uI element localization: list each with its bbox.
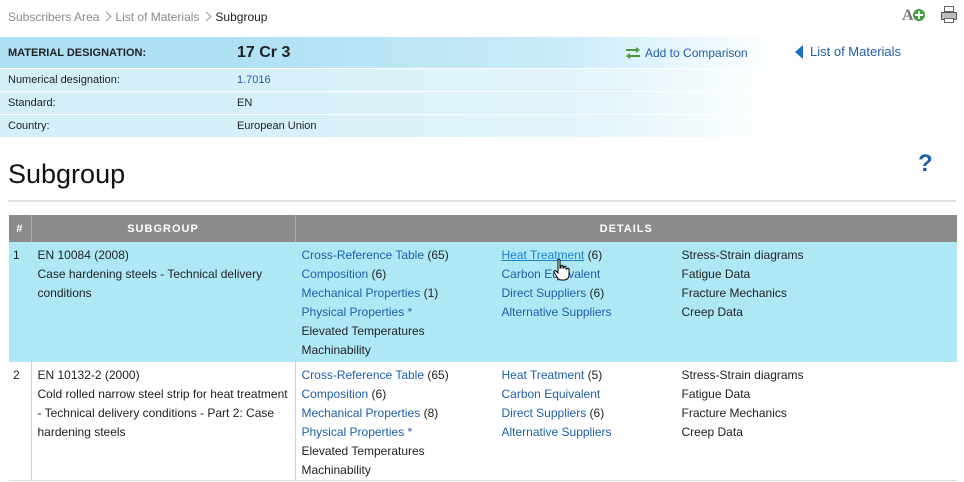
list-of-materials-link[interactable]: List of Materials <box>795 44 901 59</box>
elevated-temperatures-text: Elevated Temperatures <box>301 444 425 458</box>
composition-link[interactable]: Composition <box>302 387 369 401</box>
heat-treatment-link[interactable]: Heat Treatment <box>502 248 585 262</box>
subgroup-description: Cold rolled narrow steel strip for heat … <box>37 387 288 439</box>
machinability-text: Machinability <box>301 343 371 357</box>
details-column-3: Stress-Strain diagrams Fatigue Data Frac… <box>682 246 842 360</box>
material-designation-value: 17 Cr 3 <box>237 43 291 61</box>
column-header-number: # <box>9 215 31 242</box>
elevated-temperatures-text: Elevated Temperatures <box>301 324 425 338</box>
back-arrow-icon <box>795 44 803 59</box>
standard-row: Standard: EN <box>0 92 964 115</box>
details-cell: Cross-Reference Table (65) Composition (… <box>294 362 957 481</box>
row-number: 1 <box>9 242 31 362</box>
details-column-2: Heat Treatment (6) Carbon Equivalent Dir… <box>501 248 612 319</box>
fracture-mechanics-text: Fracture Mechanics <box>681 286 787 300</box>
numerical-designation-label: Numerical designation: <box>0 69 226 91</box>
alternative-suppliers-link[interactable]: Alternative Suppliers <box>502 425 612 439</box>
standard-label: Standard: <box>0 92 226 114</box>
breadcrumb-list-of-materials[interactable]: List of Materials <box>115 10 199 24</box>
swap-arrows-icon <box>626 47 640 59</box>
cross-reference-table-link[interactable]: Cross-Reference Table <box>302 248 425 262</box>
fatigue-data-text: Fatigue Data <box>681 267 751 281</box>
creep-data-text: Creep Data <box>681 305 743 319</box>
physical-properties-link[interactable]: Physical Properties * <box>302 305 413 319</box>
chevron-right-icon <box>199 9 215 25</box>
physical-properties-link[interactable]: Physical Properties * <box>302 425 413 439</box>
carbon-equivalent-link[interactable]: Carbon Equivalent <box>502 387 601 401</box>
add-to-comparison-label: Add to Comparison <box>645 46 748 60</box>
standard-value: EN <box>226 92 776 114</box>
print-icon[interactable] <box>940 6 958 24</box>
subgroup-standard: EN 10084 (2008) <box>37 248 129 262</box>
numerical-designation-row: Numerical designation: 1.7016 <box>0 69 964 92</box>
table-row[interactable]: 1 EN 10084 (2008) Case hardening steels … <box>9 242 957 362</box>
row-number: 2 <box>9 362 31 481</box>
machinability-text: Machinability <box>301 463 371 477</box>
subgroup-description: Case hardening steels - Technical delive… <box>37 267 263 300</box>
table-row[interactable]: 2 EN 10132-2 (2000) Cold rolled narrow s… <box>9 362 957 481</box>
mechanical-properties-link[interactable]: Mechanical Properties <box>302 286 421 300</box>
heat-treatment-link[interactable]: Heat Treatment <box>502 368 585 382</box>
composition-link[interactable]: Composition <box>302 267 369 281</box>
stress-strain-diagrams-text: Stress-Strain diagrams <box>681 248 804 262</box>
subgroup-standard: EN 10132-2 (2000) <box>37 368 140 382</box>
direct-suppliers-link[interactable]: Direct Suppliers <box>502 286 587 300</box>
numerical-designation-value[interactable]: 1.7016 <box>226 69 776 91</box>
cross-reference-table-link[interactable]: Cross-Reference Table <box>302 368 425 382</box>
details-column-2: Heat Treatment (5) Carbon Equivalent Dir… <box>501 368 612 439</box>
details-cell: Cross-Reference Table (65) Composition (… <box>294 242 957 362</box>
breadcrumb-current: Subgroup <box>215 10 268 24</box>
mechanical-properties-link[interactable]: Mechanical Properties <box>302 406 421 420</box>
breadcrumb-subscribers-area[interactable]: Subscribers Area <box>8 10 99 24</box>
material-designation-label: MATERIAL DESIGNATION: <box>0 37 226 68</box>
column-header-details: DETAILS <box>294 215 957 242</box>
subgroup-cell: EN 10132-2 (2000) Cold rolled narrow ste… <box>30 362 295 481</box>
divider <box>8 200 956 202</box>
direct-suppliers-link[interactable]: Direct Suppliers <box>502 406 587 420</box>
font-size-add-icon[interactable]: A <box>902 6 926 26</box>
country-row: Country: European Union <box>0 115 964 138</box>
fracture-mechanics-text: Fracture Mechanics <box>681 406 787 420</box>
chevron-right-icon <box>99 9 115 25</box>
country-value: European Union <box>226 115 776 137</box>
details-column-3: Stress-Strain diagrams Fatigue Data Frac… <box>682 366 842 480</box>
alternative-suppliers-link[interactable]: Alternative Suppliers <box>502 305 612 319</box>
column-header-subgroup: SUBGROUP <box>30 215 295 242</box>
page-title: Subgroup <box>8 159 126 189</box>
top-toolbar: A <box>902 6 958 26</box>
list-of-materials-label: List of Materials <box>810 44 902 59</box>
help-icon[interactable]: ? <box>918 150 933 178</box>
add-to-comparison-button[interactable]: Add to Comparison <box>626 46 748 60</box>
breadcrumb: Subscribers Area List of Materials Subgr… <box>8 9 267 25</box>
font-size-letter: A <box>902 7 914 24</box>
carbon-equivalent-link[interactable]: Carbon Equivalent <box>502 267 601 281</box>
details-column-1: Cross-Reference Table (65) Composition (… <box>301 368 449 477</box>
details-column-1: Cross-Reference Table (65) Composition (… <box>301 248 449 357</box>
stress-strain-diagrams-text: Stress-Strain diagrams <box>681 368 804 382</box>
table-header-row: # SUBGROUP DETAILS <box>9 215 957 242</box>
subgroup-table: # SUBGROUP DETAILS 1 EN 10084 (2008) Cas… <box>9 215 957 481</box>
fatigue-data-text: Fatigue Data <box>681 387 751 401</box>
subgroup-cell: EN 10084 (2008) Case hardening steels - … <box>30 242 295 362</box>
plus-badge-icon <box>913 9 925 21</box>
creep-data-text: Creep Data <box>681 425 743 439</box>
hand-cursor-icon <box>553 258 570 281</box>
country-label: Country: <box>0 115 226 137</box>
